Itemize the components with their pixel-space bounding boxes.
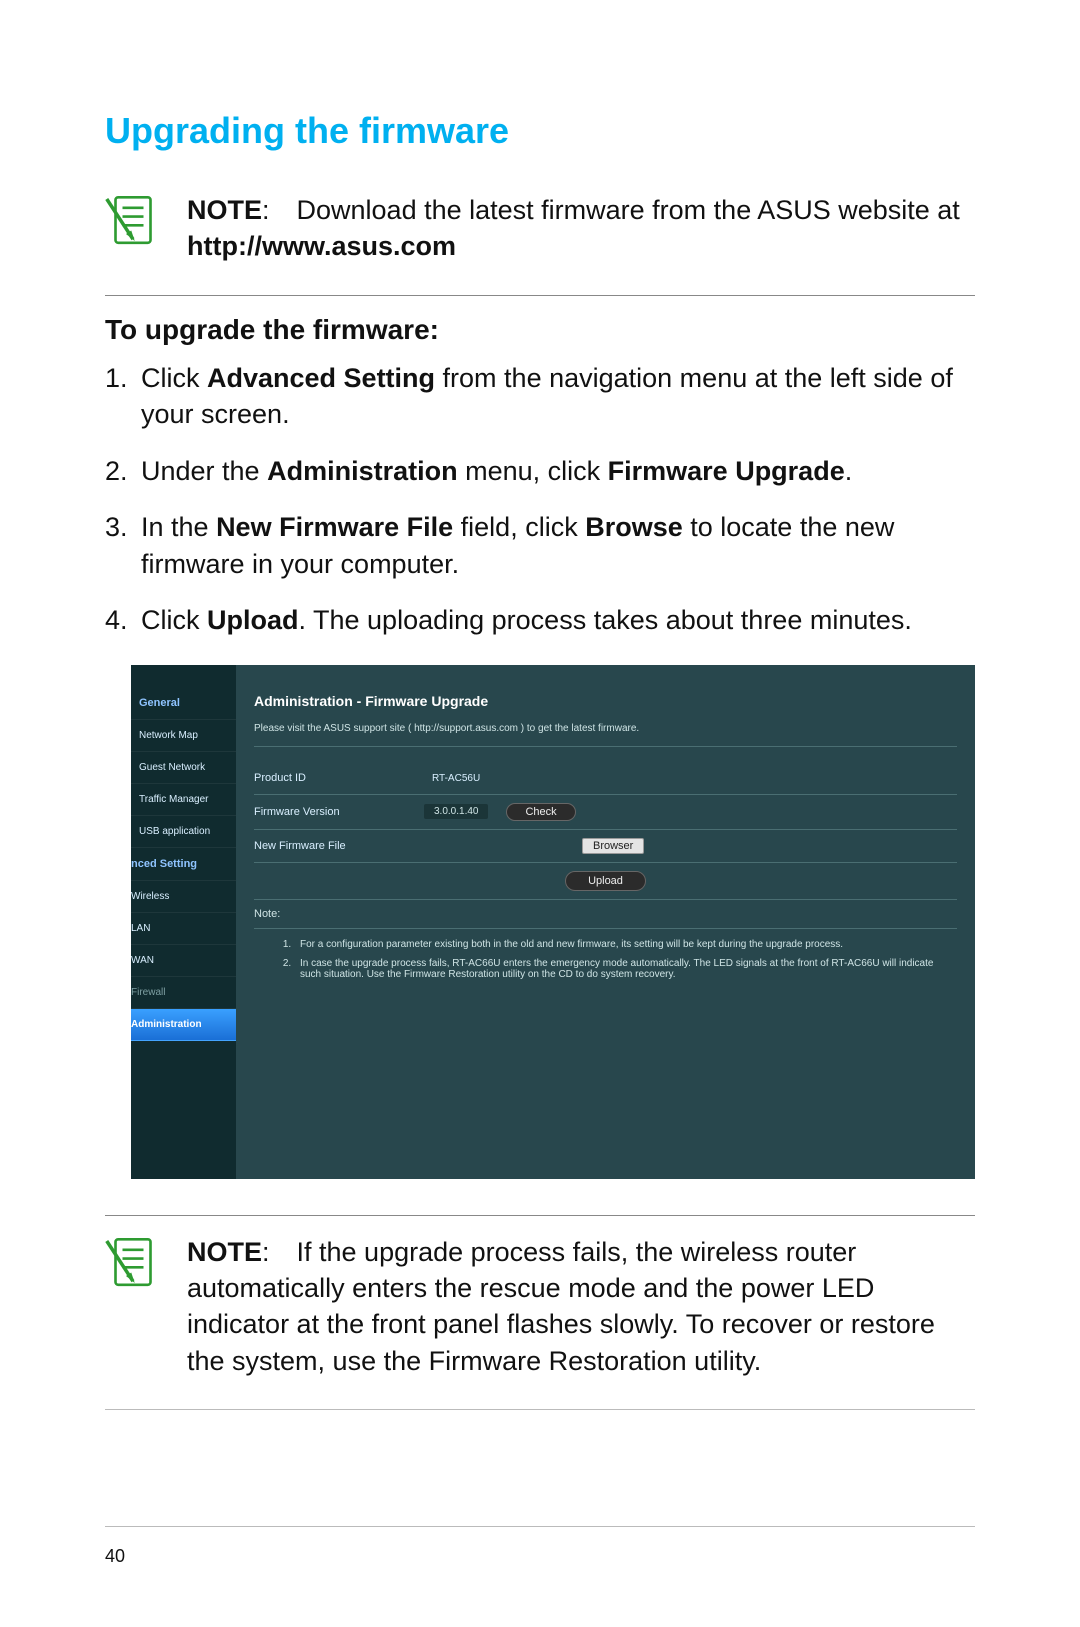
embedded-screenshot: Operation Mode System Firmware Upgrade R…: [131, 665, 975, 1179]
note-item: In case the upgrade process fails, RT-AC…: [294, 954, 957, 984]
sidebar-item: Wireless: [131, 881, 236, 913]
step-1: 1.Click Advanced Setting from the naviga…: [105, 360, 975, 433]
row-firmware-version: Firmware Version 3.0.0.1.40 Check: [254, 795, 957, 830]
sidebar-item: General: [131, 687, 236, 720]
sidebar-item: Network Map: [131, 720, 236, 752]
note-callout-top: NOTE: Download the latest firmware from …: [105, 192, 975, 265]
screenshot-title: Administration - Firmware Upgrade: [254, 687, 957, 709]
step-4: 4.Click Upload. The uploading process ta…: [105, 602, 975, 638]
sidebar-item: Guest Network: [131, 752, 236, 784]
divider: [105, 1409, 975, 1410]
upload-row: Upload: [254, 863, 957, 900]
screenshot-notes: Note: For a configuration parameter exis…: [254, 900, 957, 992]
sidebar-item-active: Administration: [131, 1009, 236, 1041]
note-item: For a configuration parameter existing b…: [294, 935, 957, 954]
row-product-id: Product ID RT-AC56U: [254, 763, 957, 795]
screenshot-sidebar: General Network Map Guest Network Traffi…: [131, 665, 236, 1179]
sidebar-item: USB application: [131, 816, 236, 848]
steps-list: 1.Click Advanced Setting from the naviga…: [105, 360, 975, 639]
sidebar-item: Firewall: [131, 977, 236, 1009]
row-new-file: New Firmware File Browser: [254, 830, 957, 863]
check-button: Check: [506, 803, 575, 821]
sidebar-item: WAN: [131, 945, 236, 977]
support-text: Please visit the ASUS support site ( htt…: [254, 723, 957, 747]
page-number: 40: [105, 1546, 125, 1567]
section-subhead: To upgrade the firmware:: [105, 314, 975, 346]
note-callout-bottom: NOTE: If the upgrade process fails, the …: [105, 1234, 975, 1380]
footer-rule: [105, 1526, 975, 1527]
divider: [105, 1215, 975, 1216]
page-title: Upgrading the firmware: [105, 110, 975, 152]
step-2: 2.Under the Administration menu, click F…: [105, 453, 975, 489]
note-icon: [105, 192, 161, 248]
sidebar-group: nced Setting: [131, 848, 236, 881]
manual-page: Upgrading the firmware NOTE: Download th…: [0, 0, 1080, 1627]
browser-button: Browser: [582, 838, 644, 854]
step-3: 3.In the New Firmware File field, click …: [105, 509, 975, 582]
upload-button: Upload: [565, 871, 646, 891]
screenshot-main: Administration - Firmware Upgrade Please…: [236, 665, 975, 1179]
sidebar-item: Traffic Manager: [131, 784, 236, 816]
divider: [105, 295, 975, 296]
note-icon: [105, 1234, 161, 1290]
sidebar-item: LAN: [131, 913, 236, 945]
note-text: NOTE: If the upgrade process fails, the …: [187, 1234, 975, 1380]
note-text: NOTE: Download the latest firmware from …: [187, 192, 975, 265]
